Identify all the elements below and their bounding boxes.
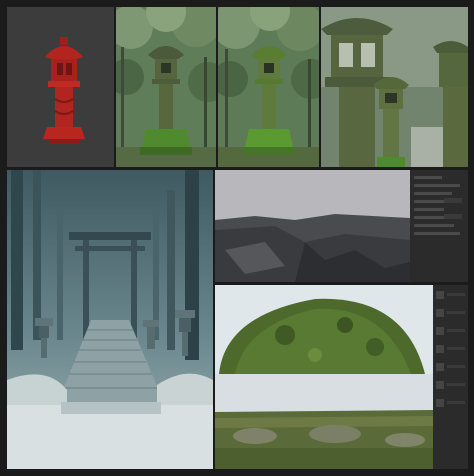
forest-lantern-image-2 xyxy=(218,7,319,167)
moss-sphere-image xyxy=(215,285,433,374)
sidebar-top-image xyxy=(410,170,468,282)
properties-sidebar-top xyxy=(410,170,468,282)
lantern-closeup-panel xyxy=(321,7,468,167)
layers-sidebar-bottom xyxy=(433,285,468,469)
lantern-render-panel xyxy=(7,7,114,167)
forest-lantern-panel-1 xyxy=(116,7,216,167)
shrine-scene-panel xyxy=(7,170,213,469)
moss-ground-panel xyxy=(215,374,433,469)
forest-lantern-image-1 xyxy=(116,7,216,167)
lantern-closeup-image xyxy=(321,7,468,167)
rock-scan-image xyxy=(215,170,410,282)
rock-scan-panel xyxy=(215,170,410,282)
moss-ground-image xyxy=(215,374,433,469)
sidebar-bottom-image xyxy=(433,285,468,469)
red-lantern-image xyxy=(7,7,114,167)
shrine-scene-image xyxy=(7,170,213,469)
moss-sphere-panel xyxy=(215,285,433,374)
forest-lantern-panel-2 xyxy=(218,7,319,167)
